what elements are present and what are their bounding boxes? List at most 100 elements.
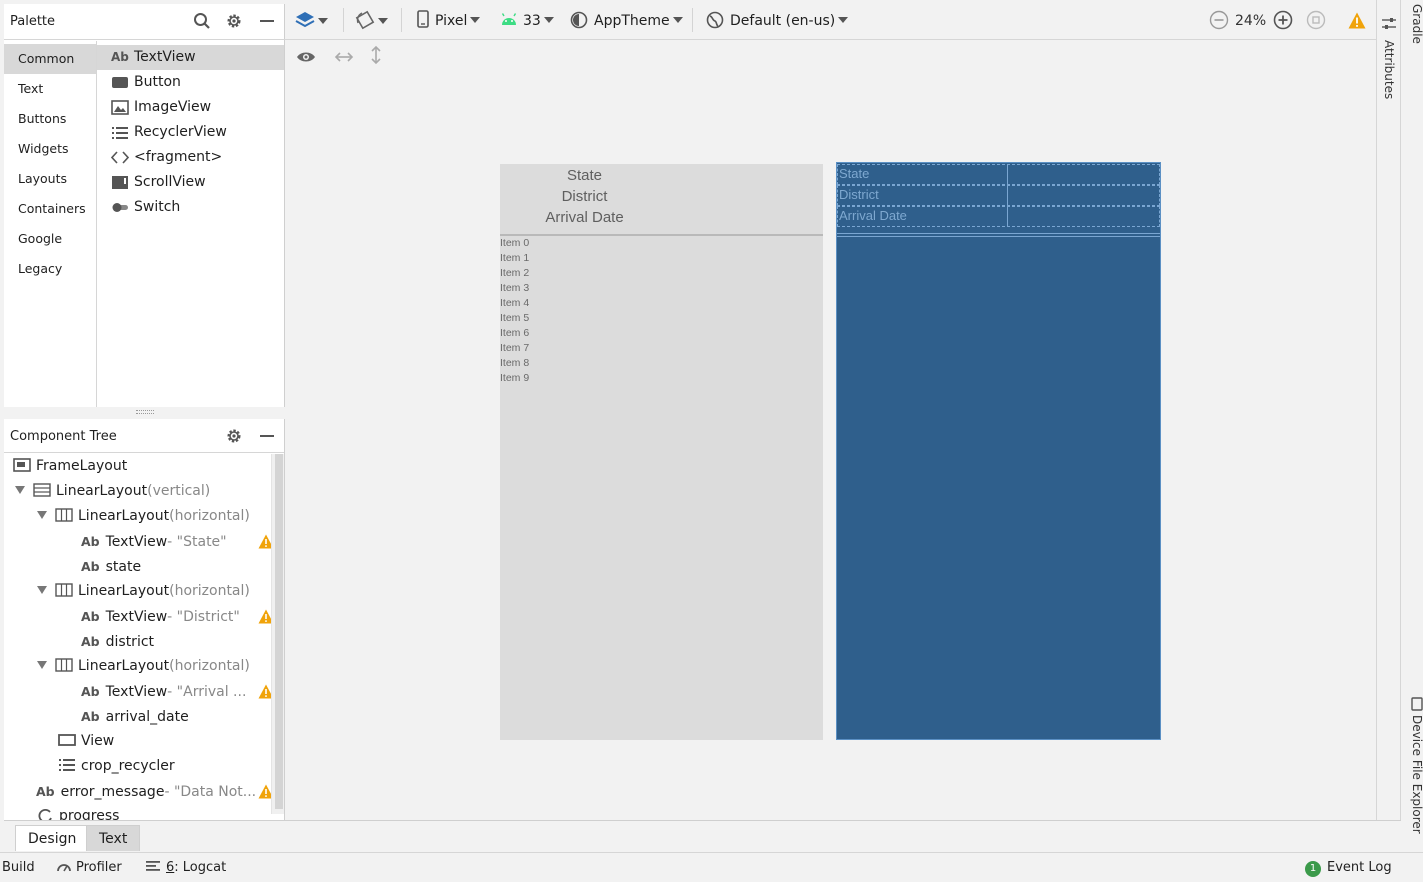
frame-layout-icon [13, 456, 31, 472]
search-icon[interactable] [193, 12, 211, 30]
horizontal-layout-icon [55, 581, 73, 597]
widget-recyclerview[interactable]: RecyclerView [97, 120, 284, 145]
category-google[interactable]: Google [4, 224, 96, 254]
recycler-item[interactable]: Item 6 [500, 327, 529, 339]
design-surface-button[interactable] [295, 10, 328, 32]
chevron-down-icon [543, 17, 554, 23]
orientation-button[interactable] [355, 10, 388, 32]
widget-scrollview[interactable]: ScrollView [97, 170, 284, 195]
profiler-tab[interactable]: Profiler [56, 860, 122, 875]
device-file-explorer-tab[interactable]: Device File Explorer [1410, 697, 1423, 834]
tree-node-framelayout[interactable]: FrameLayout [13, 454, 127, 479]
state-label[interactable]: State [500, 167, 669, 184]
panel-splitter[interactable] [4, 407, 285, 419]
blueprint-split [1007, 165, 1008, 184]
tree-node-linearlayout-horizontal[interactable]: LinearLayout(horizontal) [37, 579, 250, 604]
build-tab[interactable]: Build [2, 860, 35, 875]
android-icon [501, 13, 517, 25]
tree-node-progress[interactable]: progress [36, 804, 119, 820]
splitter-grip[interactable] [136, 410, 154, 414]
category-widgets[interactable]: Widgets [4, 134, 96, 164]
gradle-tab[interactable]: Gradle [1410, 4, 1423, 44]
attributes-tab[interactable]: Attributes [1382, 40, 1396, 99]
locale-selector[interactable]: Default (en-us) [706, 10, 849, 32]
blueprint-divider[interactable] [837, 233, 1160, 237]
widget-imageview[interactable]: ImageView [97, 95, 284, 120]
tree-node-state[interactable]: Ab state [81, 554, 141, 579]
blueprint-row-arrival[interactable]: Arrival Date [837, 206, 1160, 227]
expand-arrow-icon[interactable] [15, 486, 25, 494]
recycler-item[interactable]: Item 7 [500, 342, 529, 354]
design-canvas[interactable]: State District Arrival Date Item 0 Item … [285, 74, 1376, 820]
widget-button[interactable]: Button [97, 70, 284, 95]
view-options-button[interactable] [296, 47, 316, 69]
zoom-fit-button[interactable] [1306, 10, 1326, 32]
tree-node-error-message[interactable]: Ab error_message- "Data Not... [36, 779, 256, 804]
tree-node-linearlayout-horizontal[interactable]: LinearLayout(horizontal) [37, 654, 250, 679]
widget-fragment[interactable]: <fragment> [97, 145, 284, 170]
theme-selector[interactable]: AppTheme [570, 10, 683, 32]
chevron-down-icon [838, 17, 849, 23]
logcat-tab[interactable]: 6: Logcat [146, 860, 226, 875]
gear-icon[interactable] [225, 12, 243, 30]
design-preview-screen[interactable]: State District Arrival Date Item 0 Item … [500, 164, 823, 740]
tab-text[interactable]: Text [86, 825, 141, 851]
category-buttons[interactable]: Buttons [4, 104, 96, 134]
category-containers[interactable]: Containers [4, 194, 96, 224]
phone-icon [417, 10, 429, 28]
tree-node-crop-recycler[interactable]: crop_recycler [58, 754, 175, 779]
recycler-item[interactable]: Item 8 [500, 357, 529, 369]
widget-textview[interactable]: Ab TextView [97, 45, 284, 70]
category-text[interactable]: Text [4, 74, 96, 104]
gear-icon[interactable] [225, 427, 243, 445]
vertical-resize-button[interactable] [369, 45, 383, 67]
recycler-item[interactable]: Item 1 [500, 252, 529, 264]
tree-node-textview-arrival[interactable]: Ab TextView- "Arrival ... [81, 679, 246, 704]
tree-scrollbar[interactable] [271, 454, 284, 814]
divider-view[interactable] [500, 234, 823, 236]
tree-node-linearlayout-horizontal[interactable]: LinearLayout(horizontal) [37, 504, 250, 529]
api-level-selector[interactable]: 33 [500, 10, 554, 32]
device-selector[interactable]: Pixel [417, 10, 481, 32]
list-icon [58, 756, 76, 771]
text-icon: Ab [81, 709, 100, 724]
recycler-item[interactable]: Item 0 [500, 237, 529, 249]
horizontal-layout-icon [55, 656, 73, 672]
category-legacy[interactable]: Legacy [4, 254, 96, 284]
design-toolbar: Pixel 33 AppTheme Default (en-us) 24% [285, 0, 1376, 40]
arrival-date-label[interactable]: Arrival Date [500, 209, 669, 226]
sliders-icon[interactable] [1381, 16, 1397, 36]
tree-node-textview-state[interactable]: Ab TextView- "State" [81, 529, 227, 554]
recycler-item[interactable]: Item 2 [500, 267, 529, 279]
tab-design[interactable]: Design [15, 825, 90, 851]
event-log-tab[interactable]: 1 Event Log [1305, 860, 1392, 877]
blueprint-row-district[interactable]: District [837, 185, 1160, 206]
recycler-item[interactable]: Item 3 [500, 282, 529, 294]
expand-arrow-icon[interactable] [37, 661, 47, 669]
blueprint-row-state[interactable]: State [837, 164, 1160, 185]
minimize-icon[interactable] [258, 12, 276, 30]
tree-node-linearlayout-vertical[interactable]: LinearLayout(vertical) [15, 479, 210, 504]
zoom-level: 24% [1235, 13, 1267, 29]
zoom-out-button[interactable] [1209, 10, 1229, 32]
horizontal-resize-button[interactable] [334, 47, 354, 69]
expand-arrow-icon[interactable] [37, 511, 47, 519]
blueprint-preview-screen[interactable]: State District Arrival Date [836, 162, 1161, 740]
category-common[interactable]: Common [4, 44, 96, 74]
recycler-item[interactable]: Item 9 [500, 372, 529, 384]
tree-node-arrival-date[interactable]: Ab arrival_date [81, 704, 189, 729]
minimize-icon[interactable] [258, 427, 276, 445]
recycler-item[interactable]: Item 5 [500, 312, 529, 324]
tree-node-view[interactable]: View [58, 729, 114, 754]
district-label[interactable]: District [500, 188, 669, 205]
expand-arrow-icon[interactable] [37, 586, 47, 594]
category-layouts[interactable]: Layouts [4, 164, 96, 194]
recycler-item[interactable]: Item 4 [500, 297, 529, 309]
tree-node-district[interactable]: Ab district [81, 629, 154, 654]
warnings-button[interactable] [1348, 10, 1366, 32]
tree-scrollbar-thumb[interactable] [275, 454, 283, 809]
tree-node-textview-district[interactable]: Ab TextView- "District" [81, 604, 240, 629]
zoom-in-button[interactable] [1273, 10, 1293, 32]
widget-switch[interactable]: Switch [97, 195, 284, 220]
progress-icon [36, 806, 54, 820]
